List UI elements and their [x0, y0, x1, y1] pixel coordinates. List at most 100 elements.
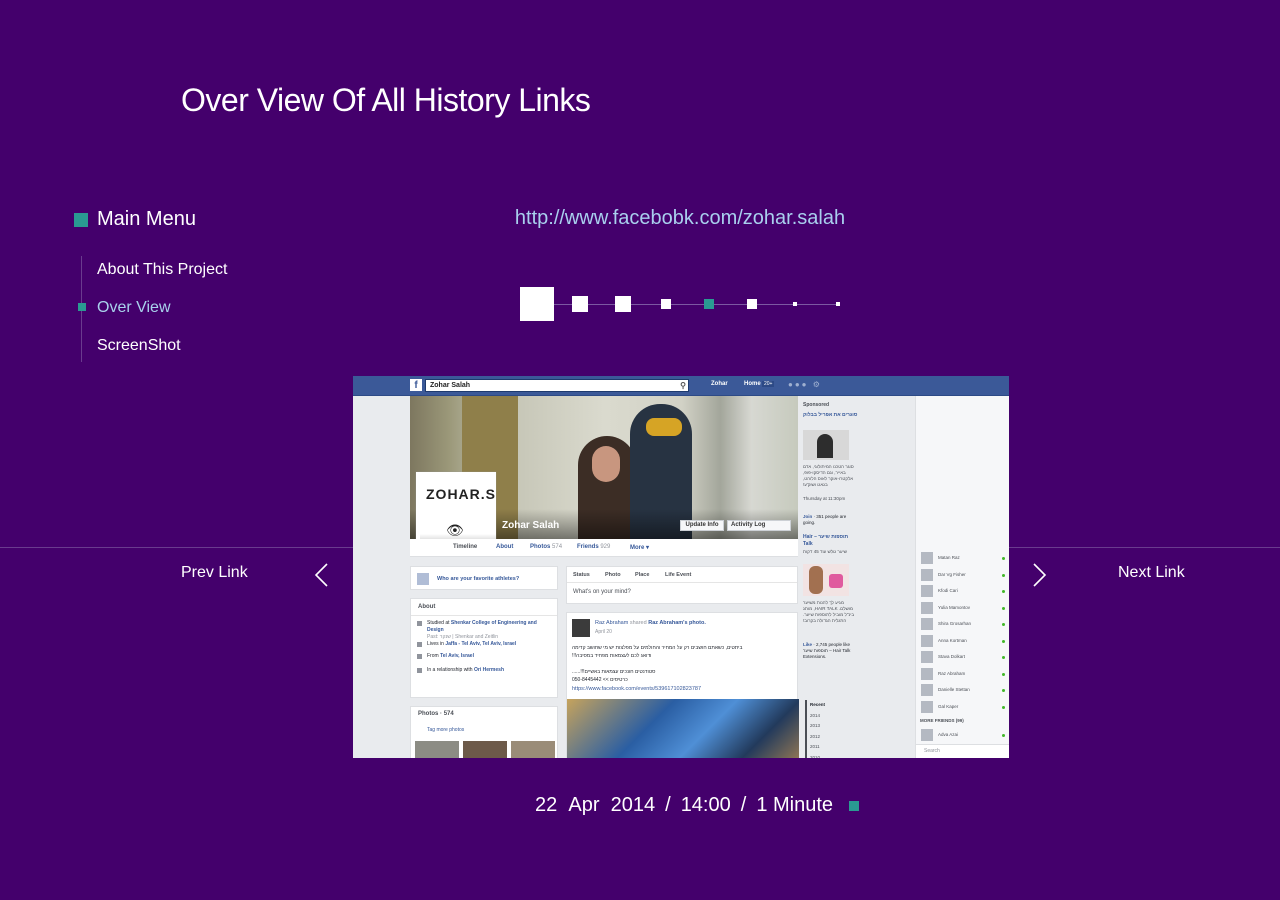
- avatar: [921, 601, 933, 614]
- chevron-right-icon[interactable]: [1028, 562, 1052, 588]
- fb-ad2-like-link: Like: [803, 642, 813, 647]
- prev-link-label[interactable]: Prev Link: [181, 564, 248, 582]
- fb-tab: Timeline: [453, 544, 477, 550]
- fb-about-row: In a relationship with Ori Hermesh: [417, 667, 552, 674]
- fb-chat-list: Matan Raz Dar Vg Fisher Kfodi Cari Yulia Ma…: [916, 550, 1009, 744]
- fb-photos-heading: Photos · 574: [418, 711, 454, 717]
- fb-composer-divider: [567, 582, 797, 583]
- visit-duration: 1 Minute: [756, 794, 834, 816]
- avatar: [921, 568, 933, 581]
- fb-about-row: Studied at Shenkar College of Engineerin…: [417, 620, 552, 641]
- info-icon: [417, 654, 422, 659]
- facebook-logo-icon: f: [410, 379, 422, 391]
- online-dot-icon: [1002, 557, 1005, 560]
- fb-about-value: Jaffa - Tel Aviv, Tel Aviv, Israel: [445, 641, 517, 647]
- fb-ad1-join: Join · 351 people are going.: [803, 514, 859, 526]
- fb-post-header: Raz Abraham shared Raz Abraham's photo.: [595, 620, 706, 626]
- fb-ad1-time: Thursday at 11:30pm: [803, 496, 846, 501]
- fb-year-item: 2012: [810, 733, 821, 739]
- visit-time: 14:00: [680, 794, 731, 816]
- fb-post-image: [567, 699, 799, 758]
- fb-update-info-button: Update Info: [680, 520, 724, 531]
- avatar: [921, 729, 933, 741]
- link-timestamp: 22 Apr 2014 / 14:00 / 1 Minute: [535, 794, 860, 817]
- active-indicator-icon: [78, 303, 86, 311]
- fb-composer-action: Place: [635, 572, 650, 578]
- fb-post-text-line: ודואג לכם לעצמאות מפחיד במסיבה!!!: [572, 653, 652, 659]
- pager-dot[interactable]: [615, 296, 631, 312]
- fb-chat-friend-name: Gal Kaper: [938, 703, 959, 709]
- menu-square-icon: [74, 212, 88, 227]
- pager-dot[interactable]: [572, 296, 588, 312]
- fb-athletes-prompt: Who are your favorite athletes?: [410, 566, 558, 590]
- main-menu: Main Menu About This Project Over View Scr…: [74, 208, 227, 362]
- pager-dot[interactable]: [747, 299, 757, 309]
- next-link-label[interactable]: Next Link: [1118, 564, 1185, 582]
- fb-timeline-years: Recent2014201320122011201020092008: [805, 700, 855, 758]
- fb-chat-more-friends: MORE FRIENDS (99): [920, 718, 964, 723]
- fb-chat-friend: Gal Kaper: [916, 699, 1009, 716]
- cover-face: [592, 446, 620, 482]
- fb-about-box: About Studied at Shenkar College of Engi…: [410, 598, 558, 698]
- fb-post-shared-from: Raz Abraham's photo.: [648, 620, 706, 626]
- menu-item[interactable]: Over View: [78, 298, 257, 336]
- fb-tab-label: Timeline: [453, 544, 478, 550]
- online-dot-icon: [1002, 656, 1005, 659]
- fb-post-link: https://www.facebook.com/events/53961710…: [572, 686, 702, 692]
- fb-composer-action: Status: [573, 572, 590, 578]
- fb-about-prefix: From: [427, 653, 441, 659]
- fb-post-text-line: סטודנטים חונכים עצמאות באשיים!!!......: [572, 669, 656, 675]
- fb-post-shared: shared: [629, 620, 647, 626]
- fb-photo-thumb: [463, 741, 507, 758]
- fb-chat-friend: Matan Raz: [916, 550, 1009, 567]
- online-dot-icon: [1002, 573, 1005, 577]
- online-dot-icon: [1002, 672, 1005, 676]
- fb-tab-label: Photos: [530, 544, 551, 550]
- fb-profile-name: Zohar Salah: [502, 520, 560, 531]
- fb-chat-friend-name: Stava Dolkart: [938, 654, 966, 659]
- history-link-url[interactable]: http://www.facebobk.com/zohar.salah: [480, 207, 880, 230]
- fb-tab: About: [496, 544, 513, 550]
- page-title: Over View Of All History Links: [181, 82, 591, 119]
- main-menu-title: Main Menu: [97, 208, 196, 230]
- menu-item[interactable]: About This Project: [97, 260, 257, 298]
- fb-year-item: 2010: [810, 754, 821, 759]
- separator: /: [740, 794, 747, 816]
- fb-tab-count: 929: [600, 544, 611, 550]
- chevron-left-icon[interactable]: [310, 562, 334, 588]
- fb-chat-friend-name: Kfodi Cari: [938, 588, 958, 593]
- fb-about-row: From Tel Aviv, Israel: [417, 653, 552, 660]
- pager-dot-current[interactable]: [520, 287, 554, 321]
- fb-ad1-image: [803, 430, 849, 460]
- fb-notification-icons: ●●● ⚙: [788, 380, 822, 389]
- fb-chat-friend: Dar Vg Fisher: [916, 567, 1009, 584]
- online-dot-icon: [1002, 689, 1005, 692]
- fb-tab: More ▾: [630, 544, 649, 551]
- pager-dot[interactable]: [793, 302, 797, 306]
- fb-tab-count: 574: [552, 544, 563, 550]
- fb-chat-friend: Shira Grosarhan: [916, 616, 1009, 633]
- pager-dot[interactable]: [661, 299, 671, 309]
- fb-chat-friend: Raz Abraham: [916, 666, 1009, 683]
- page-title-light: Over View Of All: [181, 82, 414, 118]
- menu-item[interactable]: ScreenShot: [97, 336, 257, 374]
- fb-post-text-line: ביתטים, כשאתם חושבים רק על המחיר והחולמי…: [572, 645, 743, 651]
- fb-tab-label: Friends: [577, 544, 599, 550]
- fb-photo-thumb: [415, 741, 459, 758]
- fb-photos-box: Photos · 574 Tag more photos: [410, 706, 558, 758]
- history-screenshot[interactable]: f Zohar Salah ⚲ Zohar Home 20+ ●●● ⚙ Zoha…: [353, 376, 1009, 758]
- info-icon: [417, 642, 422, 647]
- fb-tab: Friends 929: [577, 544, 610, 550]
- fb-search-value: Zohar Salah: [430, 382, 471, 389]
- fb-chat-friend-name: Yulia Mamontov: [938, 604, 971, 610]
- fb-composer-action: Photo: [605, 572, 621, 578]
- avatar: [921, 700, 933, 713]
- pager-dot[interactable]: [836, 302, 840, 306]
- fb-chat-friend-name: Shira Grosarhan: [938, 621, 972, 626]
- fb-ad1-join-link: Join: [803, 514, 813, 519]
- fb-topbar: f Zohar Salah ⚲ Zohar Home 20+ ●●● ⚙: [353, 376, 1009, 396]
- fb-chat-friend: Stava Dolkart: [916, 649, 1009, 666]
- pager-dot[interactable]: [704, 299, 714, 309]
- footer-square-icon: [849, 800, 860, 811]
- fb-about-prefix: In a relationship with: [427, 667, 474, 673]
